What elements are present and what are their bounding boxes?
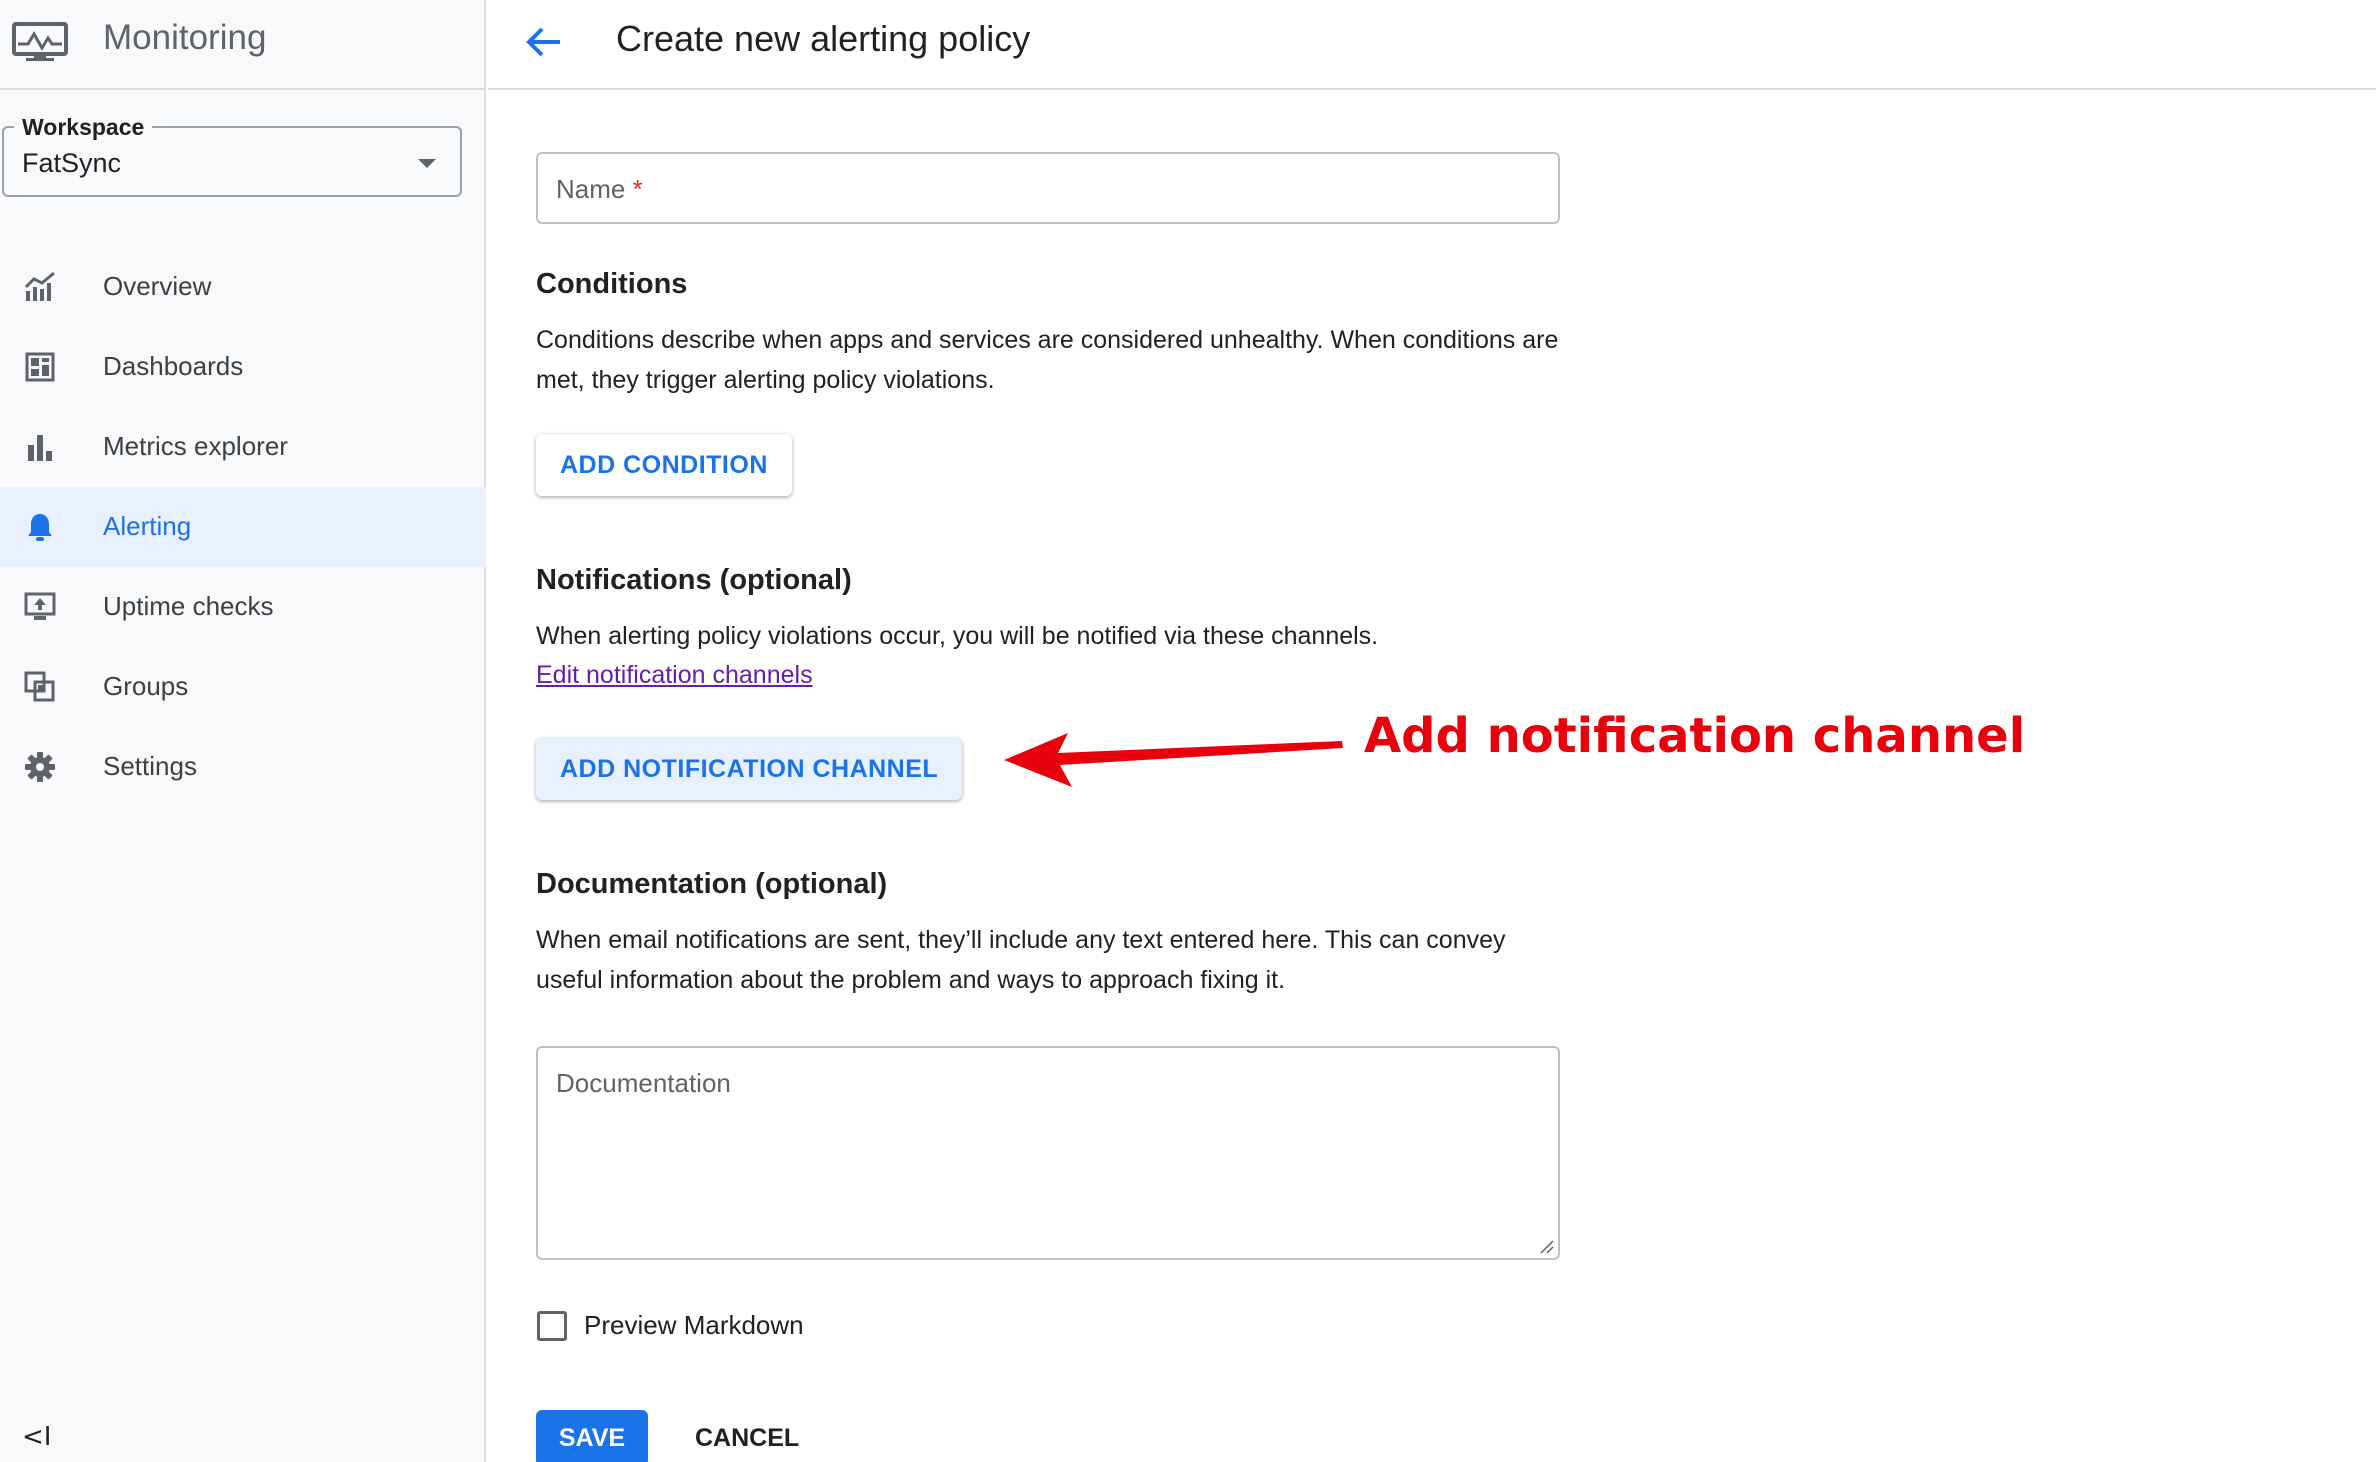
sidebar-item-label: Overview	[103, 271, 212, 301]
save-button[interactable]: SAVE	[536, 1410, 648, 1462]
documentation-title: Documentation (optional)	[536, 868, 888, 900]
sidebar: Monitoring Workspace FatSync Overview Da…	[0, 0, 486, 1462]
bar-chart-icon	[28, 435, 52, 461]
sidebar-item-label: Uptime checks	[103, 591, 274, 621]
dropdown-caret-icon	[418, 159, 436, 168]
page-title: Create new alerting policy	[616, 18, 1031, 59]
sidebar-item-settings[interactable]: Settings	[0, 727, 486, 807]
name-input[interactable]: Name *	[536, 152, 1560, 224]
add-notification-channel-button[interactable]: ADD NOTIFICATION CHANNEL	[536, 738, 963, 800]
preview-markdown-label: Preview Markdown	[584, 1310, 804, 1340]
back-arrow-icon[interactable]	[524, 22, 564, 62]
annotation-arrow-icon	[1004, 733, 1343, 787]
preview-markdown-checkbox[interactable]	[537, 1311, 567, 1341]
documentation-textarea[interactable]: Documentation	[536, 1046, 1560, 1260]
gear-icon	[25, 752, 55, 782]
workspace-value: FatSync	[22, 148, 122, 178]
conditions-description: Conditions describe when apps and servic…	[536, 326, 1559, 394]
notifications-title: Notifications (optional)	[536, 564, 852, 596]
documentation-description: When email notifications are sent, they’…	[536, 926, 1506, 994]
sidebar-item-overview[interactable]: Overview	[0, 247, 486, 327]
sidebar-item-groups[interactable]: Groups	[0, 647, 486, 727]
annotation-label: Add notification channel	[1364, 708, 2026, 764]
dashboard-icon	[25, 352, 55, 382]
monitor-icon	[12, 22, 68, 61]
groups-icon	[24, 671, 55, 702]
workspace-label: Workspace	[14, 114, 153, 141]
page-header: Create new alerting policy	[488, 0, 2376, 90]
sidebar-item-label: Groups	[103, 671, 189, 701]
add-condition-button[interactable]: ADD CONDITION	[536, 434, 792, 496]
resize-handle-icon[interactable]	[1538, 1238, 1554, 1254]
sidebar-item-alerting[interactable]: Alerting	[0, 487, 486, 567]
sidebar-item-label: Metrics explorer	[103, 431, 288, 461]
conditions-title: Conditions	[536, 268, 688, 300]
workspace-select[interactable]: Workspace FatSync	[2, 114, 462, 197]
sidebar-item-label: Settings	[103, 751, 197, 781]
bell-icon	[28, 514, 52, 541]
uptime-monitor-icon	[24, 592, 56, 620]
sidebar-item-label: Dashboards	[103, 351, 244, 381]
notifications-description: When alerting policy violations occur, y…	[536, 622, 1379, 650]
cancel-button[interactable]: CANCEL	[695, 1424, 799, 1453]
overview-chart-icon	[24, 271, 55, 301]
edit-notification-channels-link[interactable]: Edit notification channels	[536, 661, 813, 690]
sidebar-item-dashboards[interactable]: Dashboards	[0, 327, 486, 407]
name-placeholder: Name *	[556, 174, 643, 204]
sidebar-item-metrics-explorer[interactable]: Metrics explorer	[0, 407, 486, 487]
required-mark: *	[632, 174, 643, 204]
app-title: Monitoring	[103, 18, 267, 57]
sidebar-item-label: Alerting	[103, 511, 192, 541]
documentation-placeholder: Documentation	[556, 1068, 731, 1098]
collapse-sidebar-button[interactable]: <I	[22, 1422, 51, 1452]
app-header: Monitoring	[0, 0, 486, 90]
sidebar-item-uptime-checks[interactable]: Uptime checks	[0, 567, 486, 647]
